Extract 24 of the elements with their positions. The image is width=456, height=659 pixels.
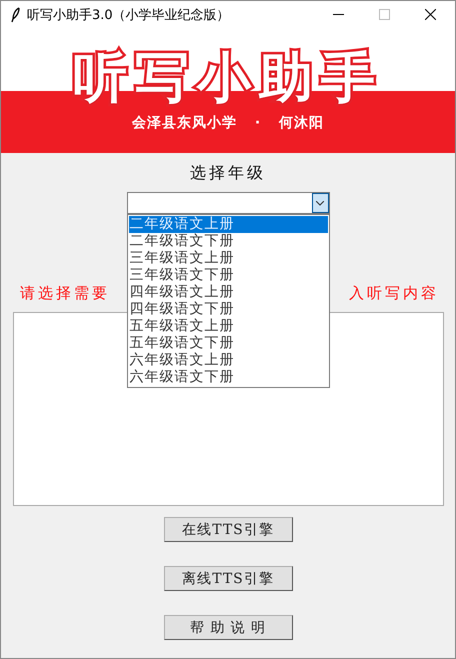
instruction-text: 请选择需要 — [20, 284, 110, 303]
minimize-icon[interactable] — [332, 14, 344, 15]
grade-option[interactable]: 五年级语文上册 — [128, 318, 328, 335]
chevron-icon — [316, 200, 324, 206]
grade-option[interactable]: 六年级语文上册 — [128, 352, 328, 369]
engine-button[interactable]: 离线TTS引擎 — [164, 566, 292, 591]
grade-label: 选择年级 — [190, 163, 266, 184]
grade-option[interactable]: 二年级语文下册 — [128, 233, 328, 250]
engine-button[interactable]: 在线TTS引擎 — [164, 517, 292, 542]
instruction-text: 入听写内容 — [349, 284, 439, 303]
banner-subtitle: 会泽县东风小学 · 何沐阳 — [132, 114, 324, 132]
grade-option[interactable]: 六年级语文下册 — [128, 369, 328, 386]
grade-option[interactable]: 四年级语文上册 — [128, 284, 328, 301]
grade-option[interactable]: 三年级语文下册 — [128, 267, 328, 284]
feather-icon — [11, 6, 21, 22]
grade-combobox[interactable] — [126, 192, 330, 214]
dropdown-button[interactable] — [312, 193, 328, 213]
grade-option[interactable]: 五年级语文下册 — [128, 335, 328, 352]
engine-button[interactable]: 帮 助 说 明 — [164, 615, 292, 640]
grade-option[interactable]: 二年级语文上册 — [128, 216, 328, 233]
window-title: 听写小助手3.0（小学毕业纪念版） — [27, 6, 230, 24]
grade-option[interactable]: 四年级语文下册 — [128, 301, 328, 318]
close-icon[interactable] — [424, 9, 436, 20]
grade-option[interactable]: 三年级语文上册 — [128, 250, 328, 267]
